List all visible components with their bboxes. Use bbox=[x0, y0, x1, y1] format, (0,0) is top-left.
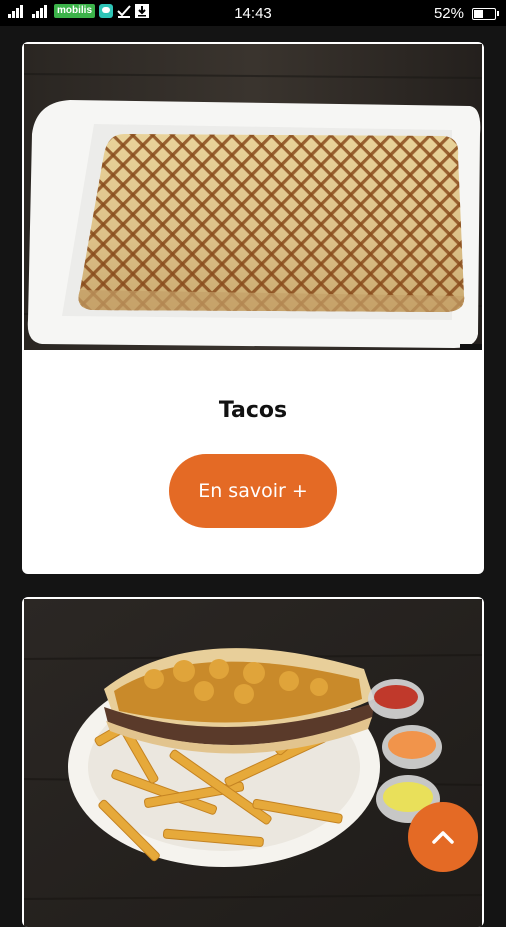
scroll-to-top-button[interactable] bbox=[408, 802, 478, 872]
battery-percent: 52% bbox=[433, 5, 464, 22]
card-title: Tacos bbox=[218, 398, 288, 423]
status-icons-right: 52% bbox=[433, 5, 499, 22]
battery-fill bbox=[474, 9, 484, 18]
tacos-photo bbox=[24, 44, 482, 350]
learn-more-button[interactable]: En savoir + bbox=[169, 454, 337, 528]
product-card[interactable] bbox=[22, 597, 484, 927]
battery-icon bbox=[472, 7, 499, 20]
product-card[interactable]: Tacos En savoir + bbox=[22, 42, 484, 574]
status-bar: mobilis 14:43 52% bbox=[0, 0, 506, 26]
sandwich-fries-photo bbox=[24, 599, 482, 927]
clock: 14:43 bbox=[234, 5, 272, 22]
chevron-up-icon bbox=[432, 831, 454, 844]
